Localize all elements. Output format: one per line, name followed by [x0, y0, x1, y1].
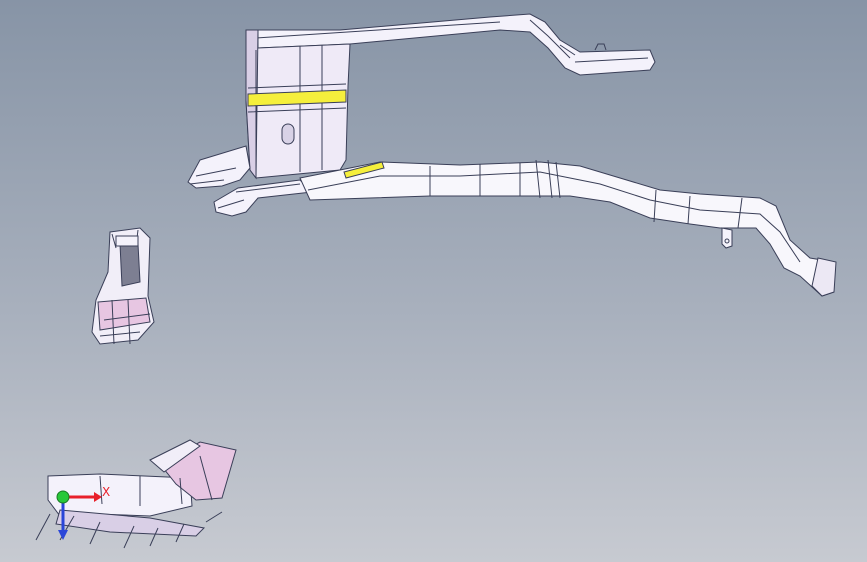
mounting-tab[interactable] — [721, 227, 733, 249]
small-bracket-part[interactable] — [91, 227, 155, 345]
inlet-nozzle-lower[interactable] — [213, 179, 314, 217]
main-duct-assembly[interactable] — [187, 13, 837, 297]
housing-slot — [281, 123, 295, 145]
cad-3d-viewport[interactable]: X — [0, 0, 867, 562]
model-canvas: X — [35, 13, 837, 549]
inlet-nozzle-upper[interactable] — [187, 145, 251, 189]
long-duct-part[interactable] — [299, 161, 835, 297]
x-axis-label: X — [102, 485, 110, 499]
